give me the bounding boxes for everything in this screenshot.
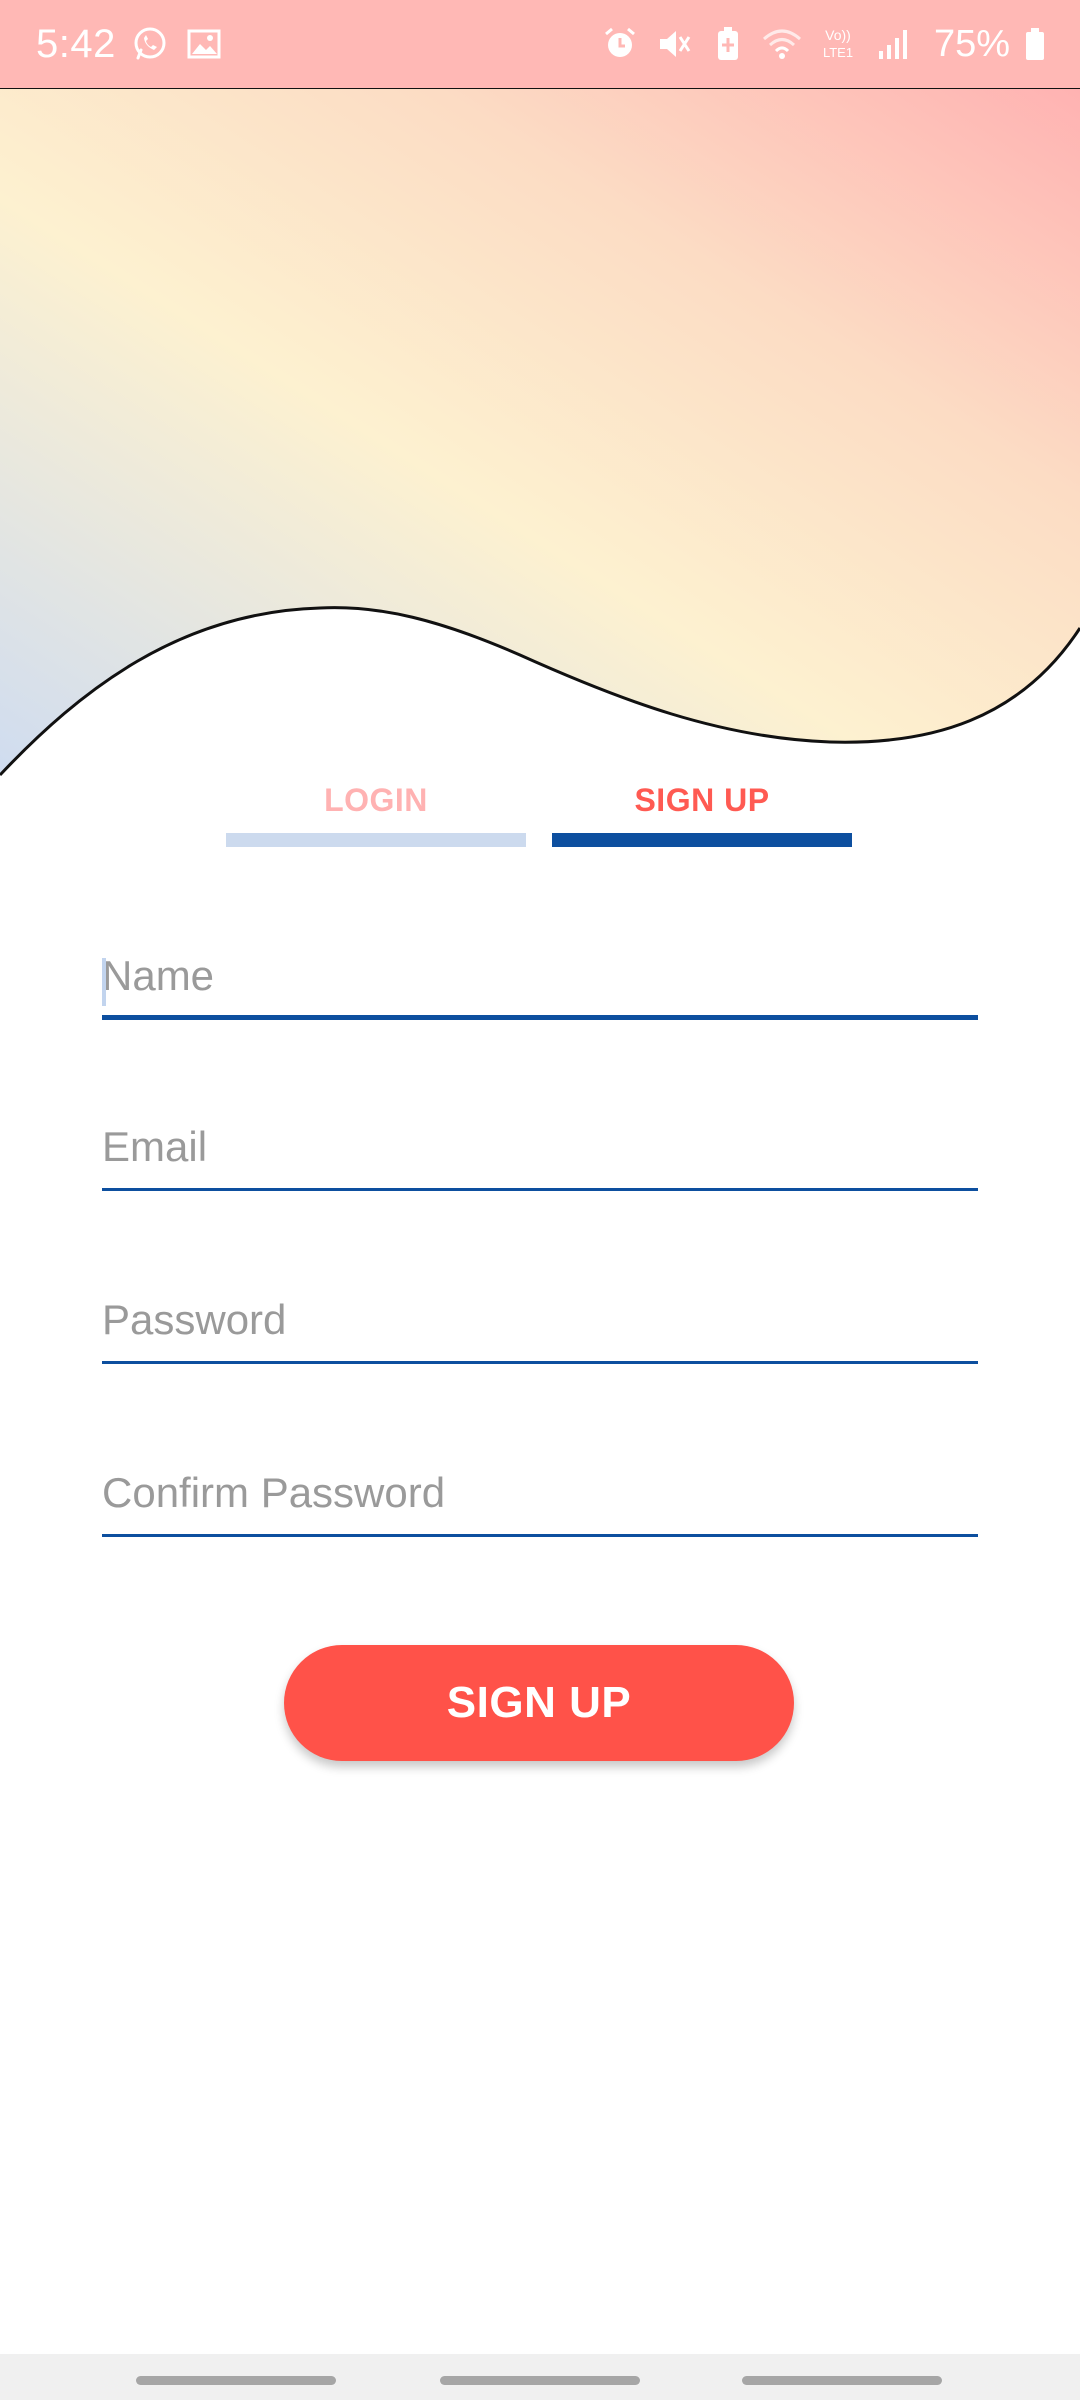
mute-icon <box>654 24 694 64</box>
battery-icon <box>1024 24 1046 64</box>
gallery-icon <box>184 24 224 64</box>
alarm-icon <box>600 24 640 64</box>
tab-signup-indicator <box>552 833 852 847</box>
status-bar: 5:42 Vo)) LTE1 75% <box>0 0 1080 88</box>
status-bar-right: Vo)) LTE1 75% <box>600 23 1046 66</box>
name-input[interactable] <box>102 940 978 1020</box>
whatsapp-icon <box>130 24 170 64</box>
text-cursor <box>102 958 106 1006</box>
svg-text:LTE1: LTE1 <box>823 45 853 60</box>
hero-gradient-shape <box>0 88 1080 775</box>
status-bar-left: 5:42 <box>36 22 224 67</box>
email-input[interactable] <box>102 1111 978 1191</box>
battery-percentage: 75% <box>933 22 1010 65</box>
confirm-password-field <box>102 1457 978 1537</box>
tab-login-indicator <box>226 833 526 847</box>
wifi-icon <box>762 24 802 64</box>
tab-login[interactable]: LOGIN <box>226 775 526 847</box>
sign-up-button[interactable]: SIGN UP <box>284 1645 794 1761</box>
tab-login-label: LOGIN <box>324 782 428 818</box>
back-button[interactable] <box>742 2376 942 2385</box>
hero-wave-header <box>0 87 1080 788</box>
confirm-password-field-underline <box>102 1534 978 1537</box>
battery-saver-icon <box>708 24 748 64</box>
home-button[interactable] <box>440 2376 640 2385</box>
signal-icon <box>874 24 914 64</box>
name-field <box>102 940 978 1020</box>
email-field-underline <box>102 1188 978 1191</box>
password-field <box>102 1284 978 1364</box>
email-field <box>102 1111 978 1191</box>
auth-tabs: LOGIN SIGN UP <box>226 775 852 847</box>
password-input[interactable] <box>102 1284 978 1364</box>
navigation-bar <box>0 2354 1080 2400</box>
tab-signup-label: SIGN UP <box>634 782 770 818</box>
tab-signup[interactable]: SIGN UP <box>552 775 852 847</box>
name-field-underline <box>102 1015 978 1020</box>
status-time: 5:42 <box>36 21 116 66</box>
svg-text:Vo)): Vo)) <box>825 27 851 43</box>
volte-icon: Vo)) LTE1 <box>816 24 860 64</box>
password-field-underline <box>102 1361 978 1364</box>
confirm-password-input[interactable] <box>102 1457 978 1537</box>
recents-button[interactable] <box>136 2376 336 2385</box>
